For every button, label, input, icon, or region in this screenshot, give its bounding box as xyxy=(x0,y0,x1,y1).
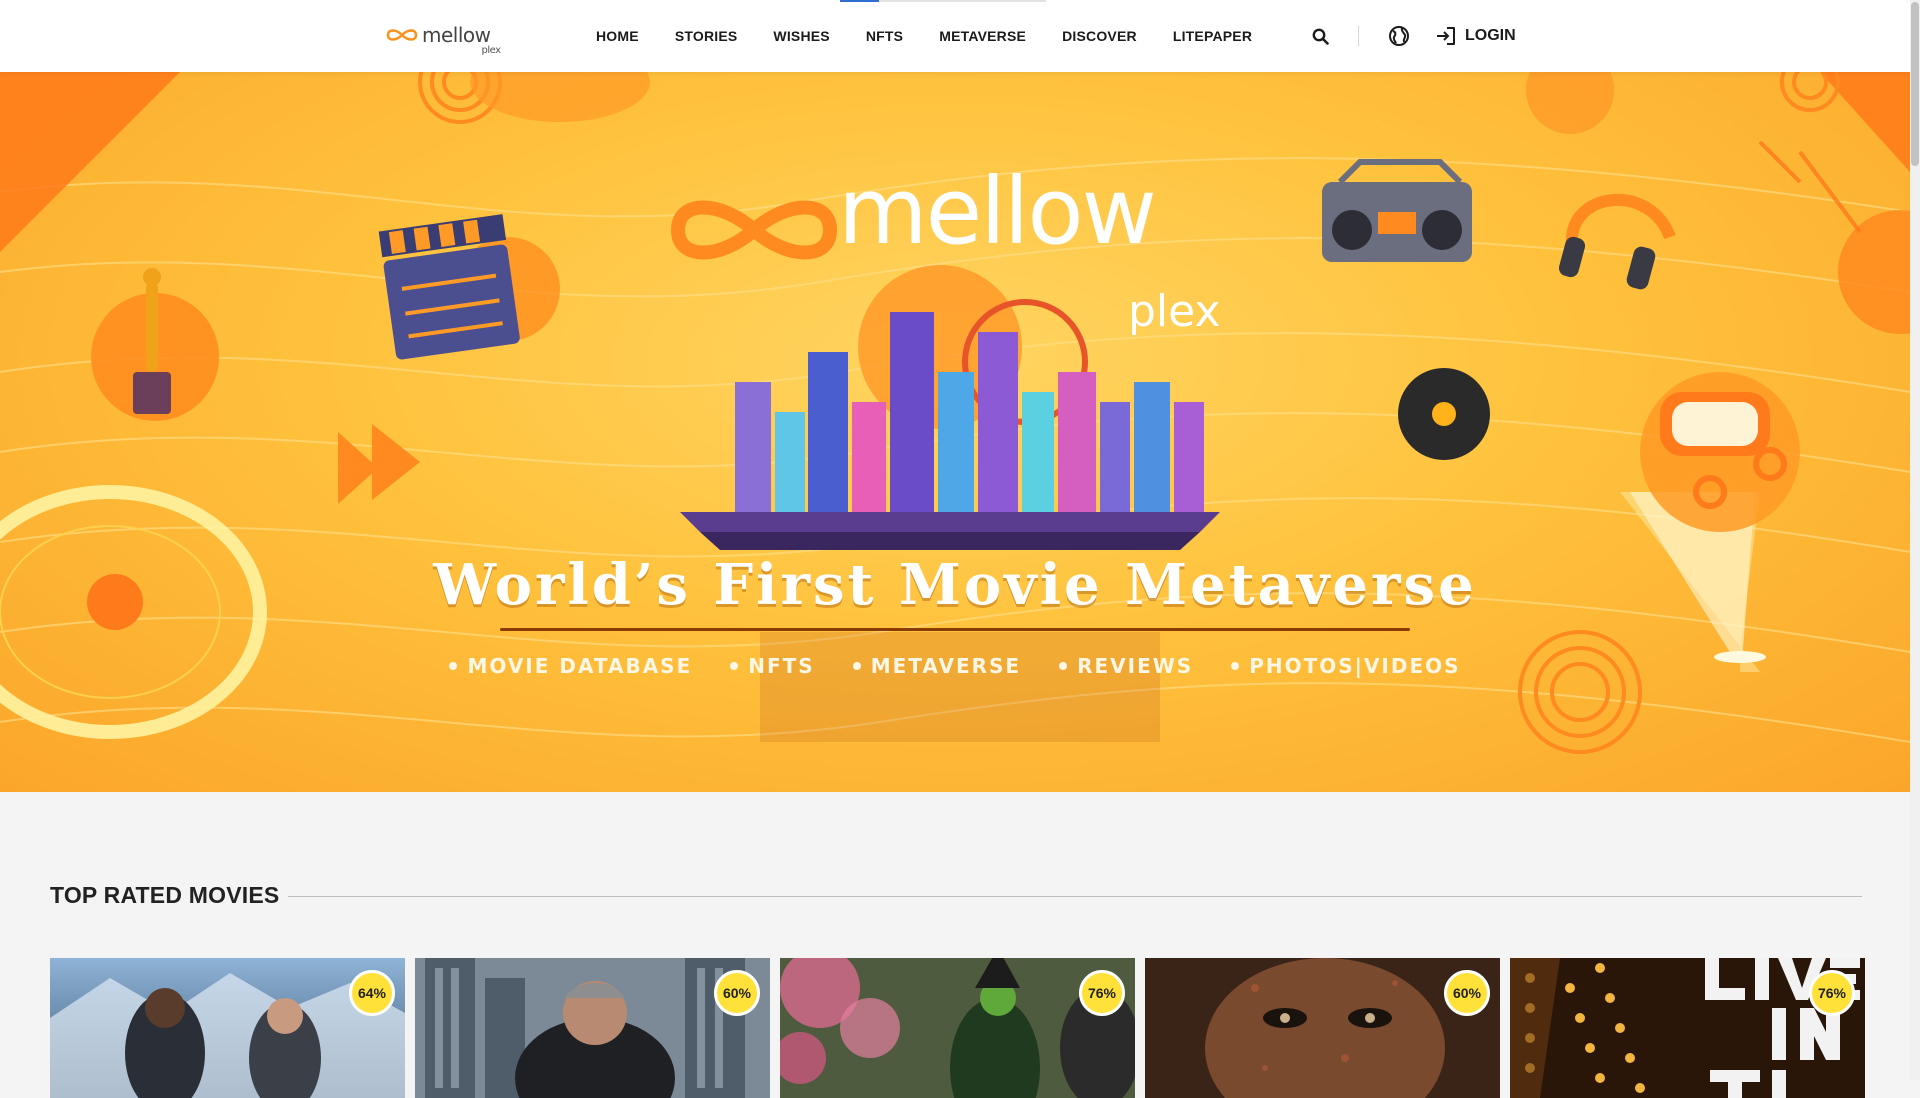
hero-logo-subtext: plex xyxy=(1128,286,1221,337)
hero-feature-label: PHOTOS|VIDEOS xyxy=(1249,654,1461,678)
corner-shape-left xyxy=(0,72,180,252)
search-icon xyxy=(1312,28,1329,45)
hero-logo-text: mellow xyxy=(838,158,1157,265)
hero-feature-item: MOVIE DATABASE xyxy=(449,654,692,678)
hero-banner[interactable]: mellow plex World’s First Movie Metavers… xyxy=(0,72,1910,792)
header-actions: LOGIN xyxy=(1308,0,1516,72)
hero-logo: mellow plex xyxy=(670,160,1250,350)
page-scrollbar[interactable] xyxy=(1910,0,1920,1080)
movie-card[interactable]: 60% xyxy=(415,958,770,1098)
logo-text: mellow xyxy=(422,23,491,47)
login-label: LOGIN xyxy=(1465,27,1516,44)
nav-item-stories[interactable]: STORIES xyxy=(657,0,756,72)
bullet-icon xyxy=(1231,662,1240,670)
hero-title-underline xyxy=(500,628,1410,631)
hero-feature-item: REVIEWS xyxy=(1059,654,1193,678)
hero-feature-item: METAVERSE xyxy=(852,654,1022,678)
hero-feature-item: NFTS xyxy=(730,654,814,678)
movie-card-list: 64% 60% 76% 60% 76% xyxy=(50,958,1865,1098)
header-divider xyxy=(1358,26,1359,46)
movie-poster-image xyxy=(1510,958,1865,1098)
movie-poster-image xyxy=(415,958,770,1098)
headphones-icon xyxy=(1558,194,1676,290)
vinyl-icon xyxy=(1398,368,1490,460)
section-title-top-rated: TOP RATED MOVIES xyxy=(50,882,280,908)
nav-item-litepaper[interactable]: LITEPAPER xyxy=(1155,0,1270,72)
page-scrollbar-thumb[interactable] xyxy=(1911,2,1919,166)
site-header: mellow plex HOME STORIES WISHES NFTS MET… xyxy=(0,0,1910,72)
hero-feature-label: MOVIE DATABASE xyxy=(467,654,693,678)
vr-headset-icon xyxy=(1620,372,1800,672)
rating-badge: 60% xyxy=(1444,970,1490,1016)
rating-badge: 64% xyxy=(349,970,395,1016)
hero-feature-label: METAVERSE xyxy=(870,654,1022,678)
fast-forward-icon xyxy=(338,424,420,504)
nav-item-home[interactable]: HOME xyxy=(578,0,657,72)
bullet-icon xyxy=(730,662,739,670)
movie-poster-image xyxy=(50,958,405,1098)
nav-item-discover[interactable]: DISCOVER xyxy=(1044,0,1155,72)
main-nav: HOME STORIES WISHES NFTS METAVERSE DISCO… xyxy=(578,0,1270,72)
movie-card[interactable]: 64% xyxy=(50,958,405,1098)
search-button[interactable] xyxy=(1308,24,1332,48)
bullet-icon xyxy=(852,662,861,670)
globe-icon xyxy=(1389,26,1409,46)
hero-feature-list: MOVIE DATABASE NFTS METAVERSE REVIEWS PH… xyxy=(0,654,1910,678)
nav-item-nfts[interactable]: NFTS xyxy=(848,0,921,72)
site-logo[interactable]: mellow plex xyxy=(386,20,501,56)
corner-shape-right xyxy=(1820,72,1910,172)
movie-card[interactable]: 76% xyxy=(1510,958,1865,1098)
login-icon xyxy=(1437,27,1455,45)
movie-card[interactable]: 76% xyxy=(780,958,1135,1098)
movie-poster-image xyxy=(780,958,1135,1098)
section-divider xyxy=(288,896,1862,897)
nav-item-metaverse[interactable]: METAVERSE xyxy=(921,0,1044,72)
hero-title: World’s First Movie Metaverse xyxy=(433,552,1477,618)
rating-badge: 76% xyxy=(1809,970,1855,1016)
logo-infinity-icon xyxy=(386,29,418,41)
trophy-icon xyxy=(91,268,219,421)
hero-feature-label: REVIEWS xyxy=(1077,654,1194,678)
hero-feature-label: NFTS xyxy=(748,654,815,678)
language-button[interactable] xyxy=(1387,24,1411,48)
movie-card[interactable]: 60% xyxy=(1145,958,1500,1098)
nav-item-wishes[interactable]: WISHES xyxy=(755,0,847,72)
login-button[interactable]: LOGIN xyxy=(1435,26,1516,46)
hero-feature-item: PHOTOS|VIDEOS xyxy=(1231,654,1460,678)
logo-wordmark: mellow plex xyxy=(422,23,501,56)
hero-logo-infinity-icon xyxy=(670,200,838,260)
rating-badge: 60% xyxy=(714,970,760,1016)
bullet-icon xyxy=(449,662,458,670)
logo-subtext: plex xyxy=(481,45,501,56)
movie-poster-image xyxy=(1145,958,1500,1098)
bullet-icon xyxy=(1059,662,1068,670)
rating-badge: 76% xyxy=(1079,970,1125,1016)
clapperboard-icon xyxy=(378,214,560,360)
boombox-icon xyxy=(1322,159,1472,262)
